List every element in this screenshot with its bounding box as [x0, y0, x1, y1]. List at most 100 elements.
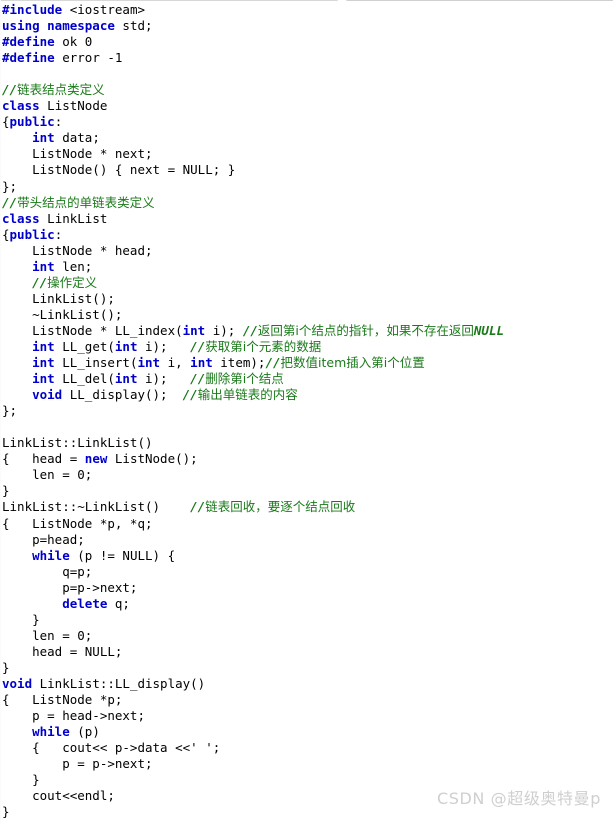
code-line: #include <iostream> [2, 2, 611, 18]
token-plain: LinkList(); [2, 290, 115, 306]
token-plain: LL_display(); [62, 387, 183, 403]
token-plain: } [2, 804, 10, 820]
token-plain: LL_insert( [54, 355, 138, 371]
token-keyword: int [32, 355, 55, 371]
token-preprocessor: #define [2, 50, 55, 66]
token-plain: : [54, 114, 63, 130]
code-line: ListNode * LL_index(int i); //返回第i个结点的指针… [2, 323, 611, 339]
token-comment: //操作定义 [32, 274, 98, 290]
code-listing: #include <iostream> using namespace std; #… [2, 2, 611, 820]
code-line: { cout<< p->data <<' '; [2, 740, 611, 756]
token-plain: p=p->next; [2, 579, 138, 595]
token-comment: //输出单链表的内容 [182, 387, 298, 403]
code-line: //操作定义 [2, 275, 611, 291]
code-line: LinkList::LinkList() [2, 435, 611, 451]
token-comment: //链表回收，要逐个结点回收 [190, 499, 356, 515]
left-edge-divider [0, 0, 1, 823]
token-plain: error -1 [54, 50, 123, 66]
code-line: p=p->next; [2, 580, 611, 596]
code-line: int LL_del(int i); //删除第i个结点 [2, 371, 611, 387]
token-plain: i); [205, 322, 243, 338]
token-plain: : [54, 226, 63, 242]
token-keyword: int [32, 130, 55, 146]
token-plain: item); [212, 355, 266, 371]
code-line: }; [2, 403, 611, 419]
token-keyword: void [32, 387, 63, 403]
token-plain: i); [137, 338, 191, 354]
token-plain: p=head; [2, 531, 85, 547]
token-plain: } [2, 483, 10, 499]
token-keyword: int [32, 371, 55, 387]
token-preprocessor: #include [2, 2, 63, 17]
token-plain: q=p; [2, 563, 93, 579]
code-line: p=head; [2, 532, 611, 548]
token-plain: ListNode * LL_index( [2, 322, 183, 338]
token-plain: ListNode(); [107, 451, 198, 467]
token-comment: //带头结点的单链表类定义 [2, 194, 155, 210]
token-keyword: delete [62, 595, 108, 611]
token-plain: len = 0; [2, 467, 93, 483]
token-keyword: using namespace [2, 18, 115, 34]
token-plain: }; [2, 403, 18, 419]
token-plain: { [2, 226, 10, 242]
code-line: } [2, 612, 611, 628]
token-keyword: public [9, 226, 55, 242]
token-plain: std; [114, 18, 153, 34]
token-plain: i, [160, 355, 191, 371]
token-keyword: public [9, 114, 55, 130]
token-keyword: int [114, 338, 138, 354]
token-plain: ~LinkList(); [2, 306, 123, 322]
token-keyword: int [114, 371, 138, 387]
code-line: } [2, 483, 611, 499]
code-line: { head = new ListNode(); [2, 451, 611, 467]
code-line: ~LinkList(); [2, 307, 611, 323]
token-keyword: while [32, 547, 70, 563]
token-comment: //删除第i个结点 [190, 371, 284, 387]
token-plain: head = NULL; [2, 643, 123, 659]
token-plain: (p) [69, 724, 100, 740]
token-plain: }; [2, 178, 18, 194]
token-plain: len; [54, 258, 93, 274]
token-plain: ListNode() { next = NULL; } [2, 162, 236, 178]
token-comment: //把数值item插入第i个位置 [265, 355, 425, 371]
token-keyword: int [32, 258, 55, 274]
token-plain: { head = [2, 451, 85, 467]
code-line: { ListNode *p, *q; [2, 516, 611, 532]
token-keyword: class [2, 210, 40, 226]
token-plain: ListNode * head; [2, 242, 153, 258]
code-line: q=p; [2, 564, 611, 580]
code-line: int data; [2, 130, 611, 146]
token-keyword: void [2, 675, 33, 691]
token-plain: <iostream> [62, 2, 146, 17]
token-plain: LL_del( [54, 371, 115, 387]
token-keyword: int [137, 355, 161, 371]
token-plain: ListNode * next; [2, 146, 153, 162]
code-line: ListNode() { next = NULL; } [2, 162, 611, 178]
code-line: {public: [2, 114, 611, 130]
token-plain: LinkList::~LinkList() [2, 499, 191, 515]
code-line: len = 0; [2, 467, 611, 483]
code-line: }; [2, 179, 611, 195]
token-preprocessor: #define [2, 34, 55, 50]
code-line: class ListNode [2, 98, 611, 114]
token-plain: { ListNode *p; [2, 692, 123, 708]
code-line: LinkList(); [2, 291, 611, 307]
token-plain: cout<<endl; [2, 788, 115, 804]
token-plain: { ListNode *p, *q; [2, 515, 153, 531]
token-plain: len = 0; [2, 627, 93, 643]
code-line: head = NULL; [2, 644, 611, 660]
token-keyword: int [32, 338, 55, 354]
code-line: void LL_display(); //输出单链表的内容 [2, 387, 611, 403]
token-comment: //链表结点类定义 [2, 82, 105, 98]
token-plain: LL_get( [54, 338, 115, 354]
token-keyword: int [182, 322, 206, 338]
